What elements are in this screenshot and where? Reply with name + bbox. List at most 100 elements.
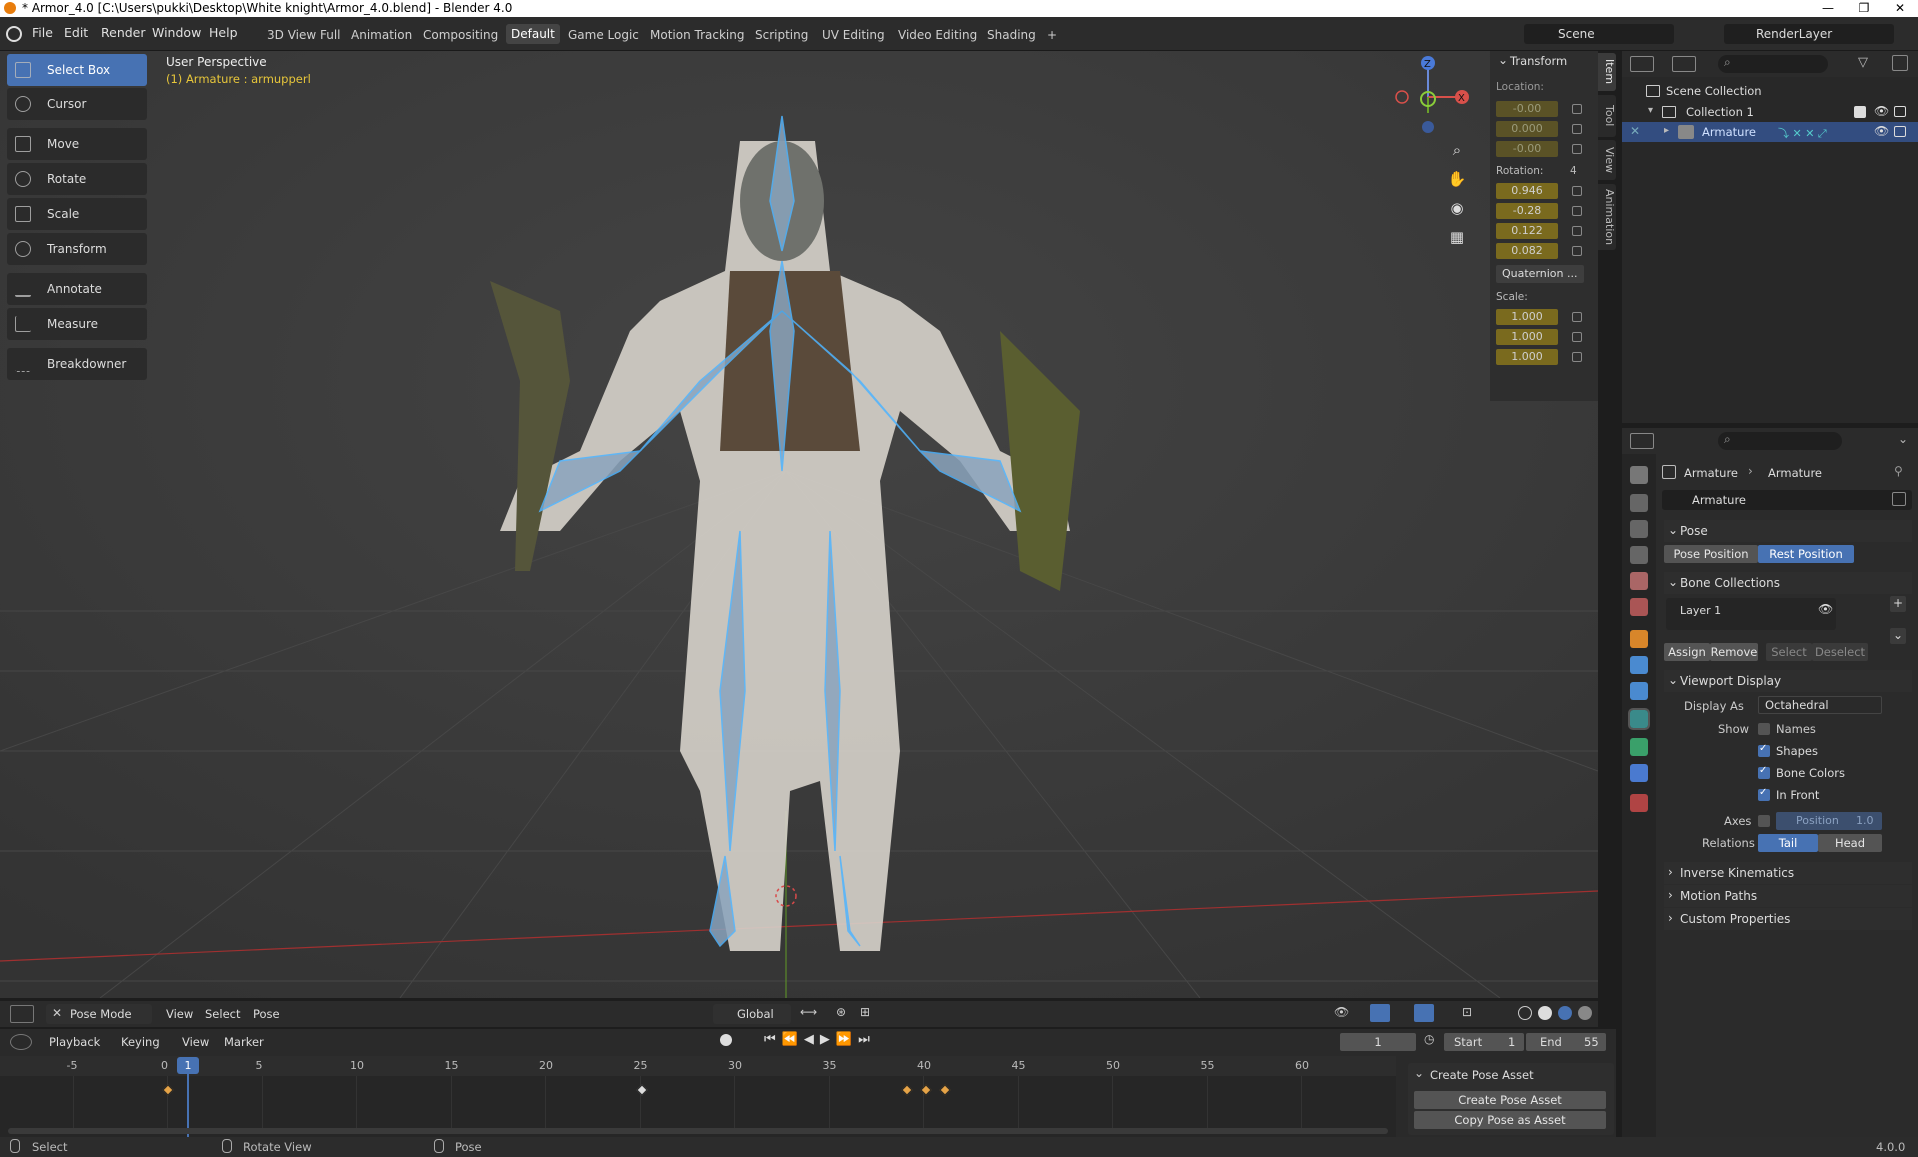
location-x-field[interactable]: -0.00 — [1496, 101, 1558, 117]
expand-arrow-icon[interactable]: ▸ — [1664, 125, 1669, 136]
wireframe-shading-icon[interactable] — [1518, 1006, 1532, 1020]
minimize-icon[interactable]: — — [1810, 0, 1846, 17]
relations-tail-button[interactable]: Tail — [1758, 834, 1818, 852]
3d-viewport[interactable]: Select Box Cursor Move Rotate Scale Tran… — [0, 51, 1598, 998]
keyframe[interactable] — [901, 1084, 913, 1096]
copy-pose-as-asset-button[interactable]: Copy Pose as Asset — [1414, 1111, 1606, 1129]
eye-icon[interactable]: 👁 — [1818, 602, 1833, 616]
clock-icon[interactable]: ◷ — [1424, 1032, 1434, 1046]
rotation-x-field[interactable]: -0.28 — [1496, 203, 1558, 219]
location-y-field[interactable]: 0.000 — [1496, 121, 1558, 137]
outliner-row-scene-collection[interactable]: Scene Collection — [1622, 81, 1918, 101]
pivot-point-icon[interactable]: ⟷ — [800, 1005, 817, 1019]
viewport-display-section-header[interactable]: ⌄ Viewport Display — [1664, 670, 1912, 692]
tab-video-editing[interactable]: Video Editing — [893, 26, 982, 44]
timeline-track-area[interactable]: -5 0 5 10 15 20 25 30 35 40 45 50 55 60 1 — [0, 1056, 1396, 1138]
tab-uv-editing[interactable]: UV Editing — [817, 26, 890, 44]
deselect-button[interactable]: Deselect — [1812, 643, 1868, 661]
menu-select[interactable]: Select — [205, 1007, 240, 1021]
tool-breakdowner[interactable]: Breakdowner — [7, 348, 147, 380]
scene-tab-icon[interactable] — [1630, 572, 1648, 590]
menu-window[interactable]: Window — [152, 25, 201, 40]
menu-pose[interactable]: Pose — [253, 1007, 280, 1021]
select-button[interactable]: Select — [1766, 643, 1812, 661]
motion-paths-section-header[interactable]: › Motion Paths — [1664, 885, 1912, 907]
pin-icon[interactable]: ⚲ — [1894, 464, 1903, 478]
view-layer-selector[interactable]: RenderLayer — [1724, 24, 1894, 44]
menu-render[interactable]: Render — [101, 25, 146, 40]
menu-view[interactable]: View — [182, 1035, 209, 1049]
add-collection-icon[interactable]: + — [1890, 596, 1906, 612]
display-as-dropdown[interactable]: Octahedral — [1758, 696, 1882, 714]
orthographic-grid-icon[interactable]: ▦ — [1446, 228, 1468, 250]
remove-button[interactable]: Remove — [1710, 643, 1758, 661]
playback-controls[interactable]: ⏮⏪◀▶⏩⏭ — [764, 1032, 876, 1047]
eye-icon[interactable]: 👁 — [1874, 104, 1889, 118]
tool-cursor[interactable]: Cursor — [7, 88, 147, 120]
menu-playback[interactable]: Playback — [49, 1035, 100, 1049]
overlay-toggle-icon[interactable] — [1414, 1004, 1434, 1022]
bone-colors-checkbox[interactable] — [1758, 765, 1770, 779]
menu-view[interactable]: View — [166, 1007, 193, 1021]
lock-icon[interactable] — [1572, 226, 1582, 236]
outliner-row-armature[interactable]: ✕ ▸ Armature ⤵ ✕ ✕ ⤢ 👁 — [1622, 122, 1918, 142]
scale-z-field[interactable]: 1.000 — [1496, 349, 1558, 365]
armature-data-name-field[interactable]: Armature — [1662, 490, 1912, 510]
lock-icon[interactable] — [1572, 206, 1582, 216]
rotation-w-field[interactable]: 0.946 — [1496, 183, 1558, 199]
solid-shading-icon[interactable] — [1538, 1006, 1552, 1020]
menu-file[interactable]: File — [32, 25, 53, 40]
pan-hand-icon[interactable]: ✋ — [1446, 170, 1468, 192]
scale-x-field[interactable]: 1.000 — [1496, 309, 1558, 325]
camera-icon[interactable] — [1894, 126, 1906, 137]
rotation-mode-dropdown[interactable]: Quaternion ... — [1496, 265, 1584, 283]
zoom-icon[interactable]: ⌕ — [1446, 141, 1468, 163]
tool-select-box[interactable]: Select Box — [7, 54, 147, 86]
properties-search-input[interactable]: ⌕ — [1718, 432, 1842, 450]
bone-tab-icon[interactable] — [1630, 738, 1648, 756]
custom-properties-section-header[interactable]: › Custom Properties — [1664, 908, 1912, 930]
lock-icon[interactable] — [1572, 124, 1582, 134]
transform-orientation-dropdown[interactable]: Global — [713, 1004, 791, 1024]
keyframe[interactable] — [636, 1084, 648, 1096]
timeline-scrollbar[interactable] — [8, 1128, 1388, 1134]
viewport-canvas[interactable] — [0, 51, 1598, 998]
snap-icon[interactable]: ⊛ — [836, 1005, 846, 1019]
playhead[interactable]: 1 — [177, 1057, 199, 1074]
editor-type-icon[interactable] — [1630, 56, 1654, 72]
tool-transform[interactable]: Transform — [7, 233, 147, 265]
tab-compositing[interactable]: Compositing — [418, 26, 503, 44]
tool-annotate[interactable]: Annotate — [7, 273, 147, 305]
tool-tab-icon[interactable] — [1630, 466, 1648, 484]
tool-scale[interactable]: Scale — [7, 198, 147, 230]
menu-keying[interactable]: Keying — [121, 1035, 160, 1049]
material-shading-icon[interactable] — [1558, 1006, 1572, 1020]
current-frame-field[interactable]: 1 — [1340, 1033, 1416, 1051]
world-tab-icon[interactable] — [1630, 598, 1648, 616]
navigation-gizmo[interactable]: Z X — [1380, 51, 1480, 141]
outliner-search-input[interactable]: ⌕ — [1718, 55, 1828, 73]
fake-user-shield-icon[interactable] — [1892, 492, 1906, 506]
texture-tab-icon[interactable] — [1630, 794, 1648, 812]
rotation-y-field[interactable]: 0.122 — [1496, 223, 1558, 239]
sidebar-tab-animation[interactable]: Animation — [1598, 184, 1616, 250]
tab-shading[interactable]: Shading — [982, 26, 1041, 44]
menu-marker[interactable]: Marker — [224, 1035, 264, 1049]
bone-collection-list[interactable]: Layer 1 👁 — [1666, 598, 1836, 630]
tab-game-logic[interactable]: Game Logic — [563, 26, 644, 44]
mode-dropdown[interactable]: ✕ Pose Mode — [46, 1004, 152, 1024]
view-layer-tab-icon[interactable] — [1630, 546, 1648, 564]
lock-icon[interactable] — [1572, 246, 1582, 256]
list-item[interactable]: Layer 1 — [1680, 604, 1721, 617]
add-workspace-button[interactable]: + — [1042, 26, 1062, 44]
camera-view-icon[interactable]: ◉ — [1446, 199, 1468, 221]
menu-edit[interactable]: Edit — [64, 25, 88, 40]
modifier-tab-icon[interactable] — [1630, 656, 1648, 674]
editor-type-icon[interactable] — [10, 1034, 32, 1050]
lock-icon[interactable] — [1572, 144, 1582, 154]
tab-3d-view-full[interactable]: 3D View Full — [262, 26, 346, 44]
inverse-kinematics-section-header[interactable]: › Inverse Kinematics — [1664, 862, 1912, 884]
lock-icon[interactable] — [1572, 352, 1582, 362]
rest-position-button[interactable]: Rest Position — [1758, 545, 1854, 563]
chevron-down-icon[interactable]: ⌄ — [1898, 432, 1908, 446]
